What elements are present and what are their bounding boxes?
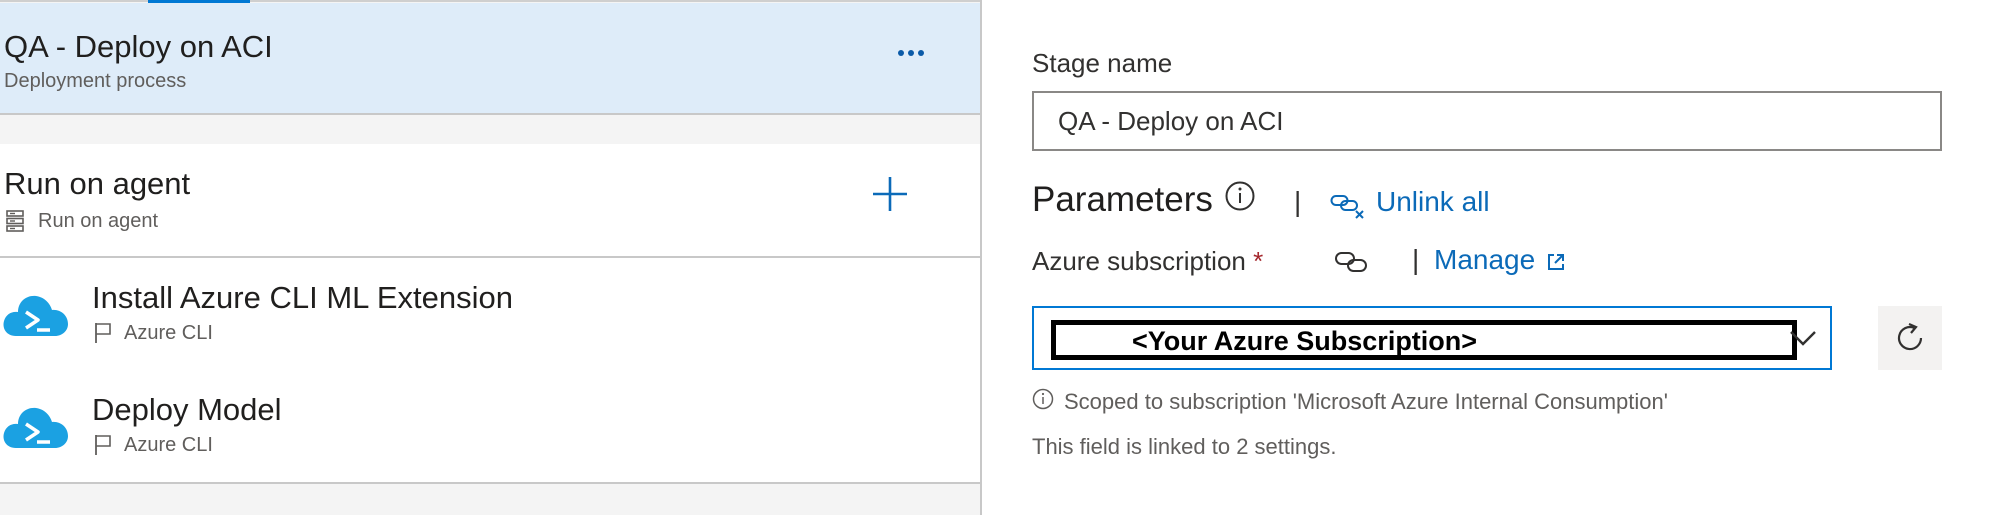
linked-settings-text: This field is linked to 2 settings. [1032,434,1337,459]
azure-subscription-value: <Your Azure Subscription> [1132,326,1478,356]
stage-header[interactable]: QA - Deploy on ACI Deployment process [0,3,980,115]
server-icon [6,210,24,232]
external-link-icon[interactable] [1546,252,1566,272]
task-list: Install Azure CLI ML Extension Azure CLI… [0,258,980,484]
stage-name-input[interactable]: QA - Deploy on ACI [1032,91,1942,151]
unlink-all-link[interactable]: Unlink all [1376,186,1490,218]
task-title: Install Azure CLI ML Extension [92,280,513,315]
stage-properties-pane: Stage name QA - Deploy on ACI Parameters… [982,0,1994,515]
task-title: Deploy Model [92,392,282,427]
manage-link[interactable]: Manage [1434,244,1535,276]
azure-cli-cloud-icon [3,407,68,448]
info-icon[interactable] [1224,180,1256,212]
azure-subscription-label: Azure subscription * [1032,246,1263,277]
azure-subscription-select[interactable]: <Your Azure Subscription> [1032,306,1832,370]
azure-subscription-label-text: Azure subscription [1032,246,1246,276]
stage-subtitle: Deployment process [4,70,187,92]
flag-icon [95,323,111,343]
info-icon [1032,388,1054,410]
parameters-title: Parameters [1032,180,1213,219]
task-item-install-azure-cli-ml-extension[interactable]: Install Azure CLI ML Extension Azure CLI [0,258,980,370]
separator: | [1294,186,1302,217]
required-marker: * [1253,246,1264,276]
refresh-icon [1897,322,1923,351]
task-item-deploy-model[interactable]: Deploy Model Azure CLI [0,370,980,482]
stage-name-label: Stage name [1032,48,1173,78]
pipeline-tasks-pane: QA - Deploy on ACI Deployment process Ru… [0,0,982,515]
flag-icon [95,435,111,455]
subscription-scope-text: Scoped to subscription 'Microsoft Azure … [1064,389,1668,414]
dot [898,50,904,56]
top-divider [0,0,980,2]
more-options-icon[interactable] [896,43,926,63]
separator: | [1412,244,1420,275]
refresh-button[interactable] [1878,306,1942,370]
agent-job-subtitle: Run on agent [38,210,159,232]
dot [908,50,914,56]
link-icon[interactable] [1334,248,1370,276]
agent-job-title: Run on agent [4,166,191,201]
dot [918,50,924,56]
add-task-icon[interactable] [870,174,910,214]
stage-title: QA - Deploy on ACI [4,29,273,64]
azure-cli-cloud-icon [3,295,68,336]
unlink-icon[interactable] [1330,190,1366,220]
chevron-down-icon[interactable] [1788,326,1818,350]
task-subtitle: Azure CLI [124,322,213,344]
agent-job[interactable]: Run on agent Run on agent [0,144,980,258]
task-subtitle: Azure CLI [124,434,213,456]
